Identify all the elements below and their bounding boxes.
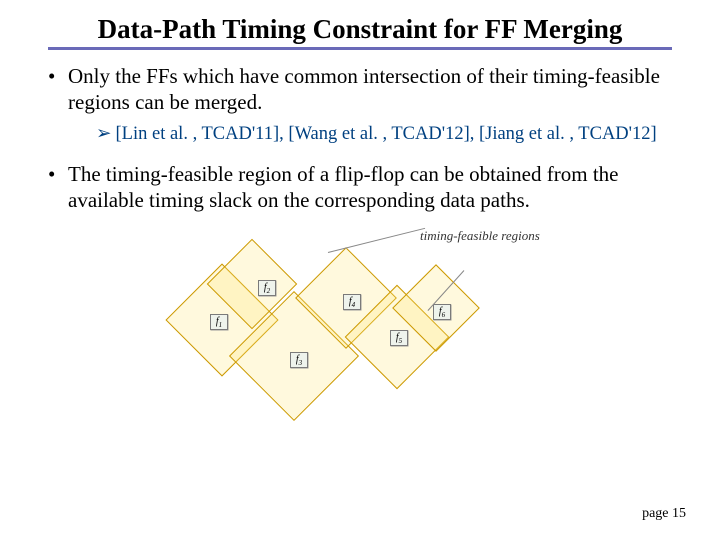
ff-box-f4: f4 (343, 294, 361, 310)
ff-box-f6: f6 (433, 304, 451, 320)
bullet-2-text: The timing-feasible region of a flip-flo… (68, 162, 618, 212)
title-underline (48, 47, 672, 50)
ff-box-f5: f5 (390, 330, 408, 346)
bullet-1: Only the FFs which have common intersect… (44, 64, 680, 146)
callout-label: timing-feasible regions (420, 228, 540, 244)
page-number: page 15 (642, 506, 686, 522)
slide-title: Data-Path Timing Constraint for FF Mergi… (30, 14, 690, 45)
sub-bullet-refs: ➢[Lin et al. , TCAD'11], [Wang et al. , … (96, 121, 680, 146)
ff-box-f1: f1 (210, 314, 228, 330)
figure-timing-regions: f1 f2 f3 f4 f5 f6 timing-feasible region… (150, 222, 570, 422)
ff-box-f3: f3 (290, 352, 308, 368)
refs-text: [Lin et al. , TCAD'11], [Wang et al. , T… (116, 124, 657, 144)
arrow-icon: ➢ (96, 122, 112, 143)
bullet-1-text: Only the FFs which have common intersect… (68, 64, 660, 114)
ff-box-f2: f2 (258, 280, 276, 296)
callout-line (328, 227, 425, 252)
bullet-2: The timing-feasible region of a flip-flo… (44, 162, 680, 213)
